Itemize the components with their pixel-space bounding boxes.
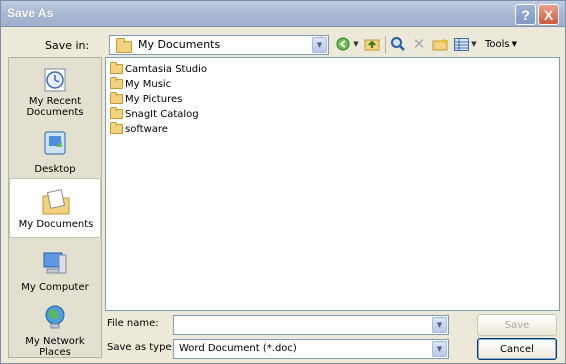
close-button[interactable]: X [538, 4, 559, 25]
help-button[interactable]: ? [515, 4, 536, 25]
music-folder-icon [110, 77, 123, 89]
save-button[interactable]: Save [477, 314, 557, 336]
save-in-dropdown[interactable]: My Documents ▼ [109, 35, 329, 55]
file-name: My Music [125, 78, 172, 90]
chevron-down-icon[interactable]: ▼ [312, 37, 327, 53]
cancel-button[interactable]: Cancel [477, 338, 557, 360]
save-as-dialog: Save As ? X Save in: My Documents ▼ ▼ ✕ … [0, 0, 566, 364]
folder-icon [110, 122, 123, 134]
recent-documents-icon [40, 64, 70, 94]
network-places-icon [40, 302, 70, 332]
chevron-down-icon[interactable]: ▼ [432, 341, 447, 357]
place-my-computer[interactable]: My Computer [9, 244, 101, 304]
tools-label: Tools [484, 38, 510, 50]
file-name: My Pictures [125, 93, 183, 105]
views-icon[interactable] [453, 34, 469, 54]
place-label: My Recent Documents [26, 96, 84, 118]
place-label: My Documents [18, 219, 94, 230]
place-my-network-places[interactable]: My Network Places [9, 298, 101, 358]
file-list[interactable]: Camtasia Studio My Music My Pictures Sna… [105, 57, 560, 311]
folder-icon [110, 107, 123, 119]
place-my-recent-documents[interactable]: My Recent Documents [9, 60, 101, 120]
my-computer-icon [40, 248, 70, 278]
file-name: Camtasia Studio [125, 63, 208, 75]
back-arrow-icon[interactable] [335, 34, 351, 54]
place-label: My Network Places [25, 336, 85, 358]
place-label: My Computer [21, 282, 89, 293]
place-label: Desktop [34, 164, 76, 175]
toolbar-separator [385, 36, 386, 54]
save-as-type-label: Save as type: [107, 342, 175, 353]
window-title: Save As [7, 6, 54, 20]
place-desktop[interactable]: Desktop [9, 124, 101, 184]
delete-x-icon[interactable]: ✕ [411, 34, 427, 54]
search-web-icon[interactable] [389, 34, 407, 54]
new-folder-icon[interactable] [431, 34, 449, 54]
file-name-label: File name: [107, 318, 159, 329]
my-documents-icon [41, 187, 71, 217]
chevron-down-icon: ▼ [511, 40, 518, 48]
place-my-documents[interactable]: My Documents [9, 178, 101, 238]
folder-icon [110, 62, 123, 74]
views-dropdown-icon[interactable]: ▼ [469, 34, 479, 54]
file-name: software [125, 123, 168, 135]
list-item[interactable]: software [110, 122, 168, 136]
save-in-value: My Documents [138, 38, 221, 51]
save-in-label: Save in: [45, 39, 90, 52]
tools-menu[interactable]: Tools ▼ [481, 34, 521, 54]
save-as-type-value: Word Document (*.doc) [179, 343, 297, 354]
file-name-input[interactable]: ▼ [173, 315, 449, 335]
back-dropdown-icon[interactable]: ▼ [351, 34, 361, 54]
title-bar[interactable]: Save As ? X [1, 1, 565, 27]
list-item[interactable]: My Music [110, 77, 171, 91]
list-item[interactable]: My Pictures [110, 92, 182, 106]
list-item[interactable]: SnagIt Catalog [110, 107, 199, 121]
list-item[interactable]: Camtasia Studio [110, 62, 207, 76]
up-folder-icon[interactable] [363, 34, 381, 54]
pictures-folder-icon [110, 92, 123, 104]
my-documents-small-icon [116, 38, 132, 53]
places-bar: My Recent Documents Desktop My Documents… [8, 57, 102, 358]
desktop-icon [40, 128, 70, 158]
file-name: SnagIt Catalog [125, 108, 199, 120]
save-as-type-dropdown[interactable]: Word Document (*.doc) ▼ [173, 339, 449, 359]
chevron-down-icon[interactable]: ▼ [432, 317, 447, 333]
